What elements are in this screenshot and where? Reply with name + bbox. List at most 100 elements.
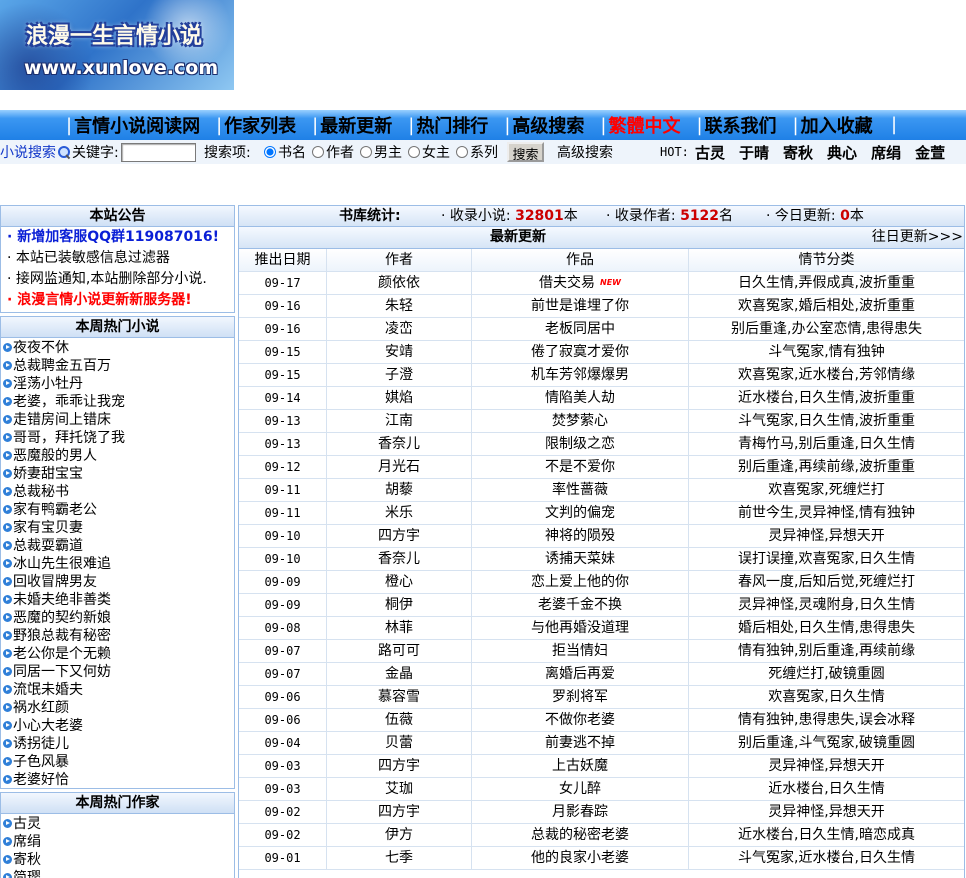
update-author[interactable]: 颜依依 <box>378 275 420 291</box>
notice-item[interactable]: · 浪漫言情小说更新新服务器! <box>1 290 234 311</box>
update-title[interactable]: 罗刹将军 <box>552 689 608 705</box>
update-author[interactable]: 月光石 <box>378 459 420 475</box>
novel-search-link[interactable]: 小说搜索 <box>0 142 56 162</box>
update-title[interactable]: 文判的偏宠 <box>545 505 615 521</box>
update-author[interactable]: 江南 <box>385 413 413 429</box>
update-author[interactable]: 香奈儿 <box>378 436 420 452</box>
hot-author-link[interactable]: 于晴 <box>739 142 769 163</box>
keyword-input[interactable] <box>120 142 196 162</box>
update-author[interactable]: 娸焰 <box>385 390 413 406</box>
hot-novel-link[interactable]: 总裁秘书 <box>1 482 234 500</box>
hot-author-link[interactable]: 金萱 <box>915 142 945 163</box>
hot-novel-link[interactable]: 回收冒牌男友 <box>1 572 234 590</box>
update-author[interactable]: 金晶 <box>385 666 413 682</box>
hot-novel-link[interactable]: 流氓未婚夫 <box>1 680 234 698</box>
update-title[interactable]: 不是不爱你 <box>545 459 615 475</box>
update-author[interactable]: 四方宇 <box>378 758 420 774</box>
hot-novel-link[interactable]: 同居一下又何妨 <box>1 662 234 680</box>
scope-radio[interactable] <box>456 146 468 158</box>
update-author[interactable]: 路可可 <box>378 643 420 659</box>
update-title[interactable]: 焚梦萦心 <box>552 413 608 429</box>
update-author[interactable]: 伊方 <box>385 827 413 843</box>
hot-novel-link[interactable]: 老公你是个无赖 <box>1 644 234 662</box>
update-author[interactable]: 四方宇 <box>378 804 420 820</box>
scope-radio[interactable] <box>312 146 324 158</box>
notice-item[interactable]: · 新增加客服QQ群119087016! <box>1 227 234 248</box>
update-title[interactable]: 总裁的秘密老婆 <box>531 827 629 843</box>
update-title[interactable]: 限制级之恋 <box>545 436 615 452</box>
update-title[interactable]: 不做你老婆 <box>545 712 615 728</box>
search-scope-option[interactable]: 书名 <box>262 142 310 162</box>
search-button[interactable]: 搜索 <box>507 142 544 163</box>
update-author[interactable]: 伍薇 <box>385 712 413 728</box>
hot-author-item[interactable]: 席绢 <box>1 832 234 850</box>
nav-item[interactable]: | 作家列表 <box>216 112 296 138</box>
update-author[interactable]: 子澄 <box>385 367 413 383</box>
hot-novel-link[interactable]: 冰山先生很难追 <box>1 554 234 572</box>
hot-author-item[interactable]: 寄秋 <box>1 850 234 868</box>
nav-item[interactable]: | 高级搜索 <box>504 112 584 138</box>
scope-radio[interactable] <box>408 146 420 158</box>
update-title[interactable]: 恋上爱上他的你 <box>531 574 629 590</box>
nav-item[interactable]: | 最新更新 <box>312 112 392 138</box>
hot-novel-link[interactable]: 未婚夫绝非善类 <box>1 590 234 608</box>
hot-novel-link[interactable]: 恶魔的契约新娘 <box>1 608 234 626</box>
update-author[interactable]: 胡藜 <box>385 482 413 498</box>
hot-author-item[interactable]: 简璎 <box>1 868 234 878</box>
update-title[interactable]: 借夫交易 <box>539 275 595 291</box>
hot-novel-link[interactable]: 祸水红颜 <box>1 698 234 716</box>
hot-novel-link[interactable]: 恶魔般的男人 <box>1 446 234 464</box>
search-scope-option[interactable]: 作者 <box>310 142 358 162</box>
update-title[interactable]: 率性蔷薇 <box>552 482 608 498</box>
update-author[interactable]: 朱轻 <box>385 298 413 314</box>
hot-novel-link[interactable]: 总裁聘金五百万 <box>1 356 234 374</box>
update-title[interactable]: 离婚后再爱 <box>545 666 615 682</box>
hot-author-item[interactable]: 古灵 <box>1 814 234 832</box>
hot-novel-link[interactable]: 娇妻甜宝宝 <box>1 464 234 482</box>
update-title[interactable]: 前妻逃不掉 <box>545 735 615 751</box>
update-title[interactable]: 情陷美人劫 <box>545 390 615 406</box>
update-author[interactable]: 贝蕾 <box>385 735 413 751</box>
hot-novel-link[interactable]: 老婆好恰 <box>1 770 234 788</box>
hot-novel-link[interactable]: 总裁耍霸道 <box>1 536 234 554</box>
hot-novel-link[interactable]: 子色风暴 <box>1 752 234 770</box>
update-title[interactable]: 上古妖魔 <box>552 758 608 774</box>
notice-item[interactable]: · 接网监通知,本站删除部分小说. <box>1 269 234 290</box>
update-author[interactable]: 四方宇 <box>378 528 420 544</box>
advanced-search-link[interactable]: 高级搜索 <box>557 142 613 162</box>
update-author[interactable]: 米乐 <box>385 505 413 521</box>
hot-novel-link[interactable]: 夜夜不休 <box>1 338 234 356</box>
update-title[interactable]: 前世是谁埋了你 <box>531 298 629 314</box>
notice-item[interactable]: · 本站已装敏感信息过滤器 <box>1 248 234 269</box>
update-title[interactable]: 与他再婚没道理 <box>531 620 629 636</box>
update-title[interactable]: 老婆千金不换 <box>538 597 622 613</box>
hot-novel-link[interactable]: 淫荡小牡丹 <box>1 374 234 392</box>
update-author[interactable]: 七季 <box>385 850 413 866</box>
nav-item[interactable]: | 加入收藏 <box>793 112 873 138</box>
update-author[interactable]: 安靖 <box>385 344 413 360</box>
hot-author-link[interactable]: 古灵 <box>695 142 725 163</box>
scope-radio[interactable] <box>264 146 276 158</box>
update-title[interactable]: 诱捕天菜妹 <box>545 551 615 567</box>
hot-novel-link[interactable]: 走错房间上错床 <box>1 410 234 428</box>
update-title[interactable]: 月影春踪 <box>552 804 608 820</box>
hot-author-link[interactable]: 典心 <box>827 142 857 163</box>
update-author[interactable]: 橙心 <box>385 574 413 590</box>
hot-novel-link[interactable]: 诱拐徒儿 <box>1 734 234 752</box>
search-scope-option[interactable]: 男主 <box>358 142 406 162</box>
hot-novel-link[interactable]: 家有鸭霸老公 <box>1 500 234 518</box>
update-title[interactable]: 他的良家小老婆 <box>531 850 629 866</box>
search-scope-option[interactable]: 女主 <box>406 142 454 162</box>
nav-item[interactable]: | 联系我们 <box>696 112 776 138</box>
search-scope-option[interactable]: 系列 <box>454 142 502 162</box>
hot-novel-link[interactable]: 小心大老婆 <box>1 716 234 734</box>
hot-novel-link[interactable]: 家有宝贝妻 <box>1 518 234 536</box>
update-author[interactable]: 桐伊 <box>385 597 413 613</box>
update-title[interactable]: 神将的陨殁 <box>545 528 615 544</box>
hot-novel-link[interactable]: 野狼总裁有秘密 <box>1 626 234 644</box>
update-author[interactable]: 凌峦 <box>385 321 413 337</box>
update-author[interactable]: 香奈儿 <box>378 551 420 567</box>
update-title[interactable]: 倦了寂寞才爱你 <box>531 344 629 360</box>
update-title[interactable]: 拒当情妇 <box>552 643 608 659</box>
nav-item[interactable]: | 热门排行 <box>408 112 488 138</box>
